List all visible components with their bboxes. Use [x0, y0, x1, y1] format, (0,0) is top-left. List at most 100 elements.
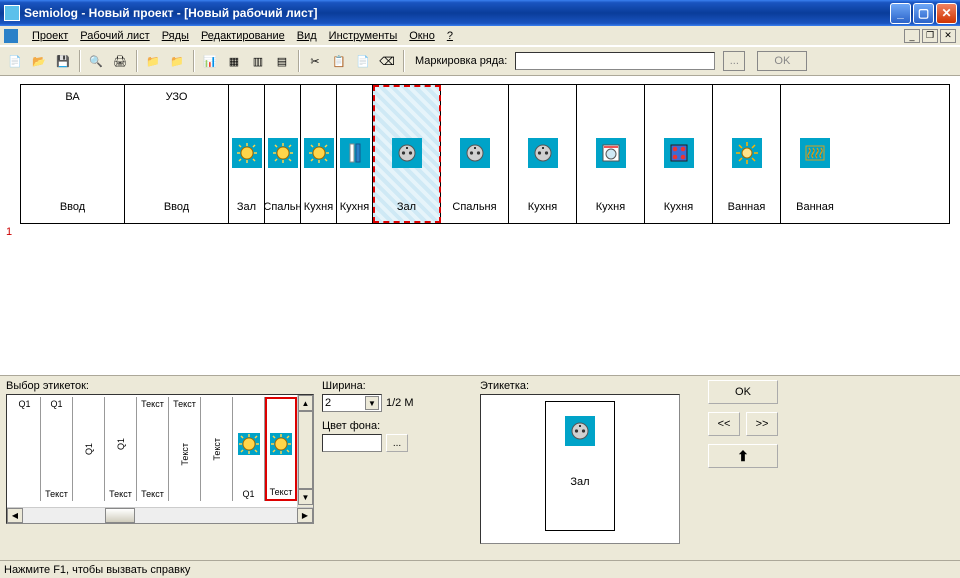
ok-button[interactable]: OK	[708, 380, 778, 404]
lamp-icon	[232, 138, 262, 168]
picker-cell[interactable]: Текст	[201, 397, 233, 501]
lamp-icon	[270, 433, 292, 455]
bar-icon	[340, 138, 370, 168]
sun-icon	[732, 138, 762, 168]
washer-icon	[596, 138, 626, 168]
picker-cell[interactable]: Q1	[9, 397, 41, 501]
strip-cell[interactable]: Кухня	[337, 85, 373, 223]
scroll-down-icon[interactable]: ▼	[298, 489, 313, 505]
cell-top-text: УЗО	[166, 91, 188, 105]
menu-help[interactable]: ?	[447, 30, 453, 42]
tb-cut-icon[interactable]: ✂	[304, 50, 326, 72]
width-unit: 1/2 M	[386, 397, 414, 409]
menu-edit[interactable]: Редактирование	[201, 30, 285, 42]
label-selector[interactable]: Q1Q1ТекстQ1Q1ТекстТекстТекстТекстТекстТе…	[6, 394, 314, 524]
status-bar: Нажмите F1, чтобы вызвать справку	[0, 560, 960, 578]
tb-folder1-icon[interactable]: 📁	[142, 50, 164, 72]
strip-cell[interactable]: Зал	[229, 85, 265, 223]
strip-cell[interactable]: Спальн	[265, 85, 301, 223]
strip-cell[interactable]: УЗО Ввод	[125, 85, 229, 223]
up-button[interactable]: ⬆	[708, 444, 778, 468]
preview-icon	[565, 416, 595, 446]
tb-folder2-icon[interactable]: 📁	[166, 50, 188, 72]
worksheet-canvas[interactable]: 1 ВАВводУЗОВводЗалСпальнКухняКухняЗалСпа…	[0, 76, 960, 376]
tb-erase-icon[interactable]: ⌫	[376, 50, 398, 72]
tb-print-icon[interactable]: 🖨	[109, 50, 131, 72]
label-preview: Зал	[480, 394, 680, 544]
socket-icon	[392, 138, 422, 168]
picker-cell[interactable]: Текст	[265, 397, 297, 501]
strip-cell[interactable]: Зал	[373, 85, 441, 223]
cell-bottom-text: Зал	[237, 201, 256, 213]
picker-cell[interactable]: Q1	[73, 397, 105, 501]
width-combo[interactable]: 2 ▼	[322, 394, 382, 412]
preview-text: Зал	[570, 476, 589, 488]
menu-rows[interactable]: Ряды	[162, 30, 189, 42]
tb-paste-icon[interactable]: 📄	[352, 50, 374, 72]
scroll-left-icon[interactable]: ◀	[7, 508, 23, 523]
row-marking-input[interactable]	[515, 52, 715, 70]
cell-bottom-text: Ввод	[164, 201, 189, 213]
app-icon	[4, 5, 20, 21]
bg-label: Цвет фона:	[322, 420, 472, 432]
tb-open-icon[interactable]: 📂	[28, 50, 50, 72]
menu-tools[interactable]: Инструменты	[329, 30, 398, 42]
cell-top-text: ВА	[65, 91, 79, 105]
socket-icon	[460, 138, 490, 168]
strip-cell[interactable]: Кухня	[645, 85, 713, 223]
dropdown-icon[interactable]: ▼	[365, 396, 379, 410]
tb-grid3-icon[interactable]: ▤	[271, 50, 293, 72]
prev-button[interactable]: <<	[708, 412, 740, 436]
row-marking-ok-button[interactable]: OK	[757, 51, 807, 71]
picker-cell[interactable]: Q1Текст	[105, 397, 137, 501]
scroll-right-icon[interactable]: ▶	[297, 508, 313, 523]
strip-cell[interactable]: Кухня	[301, 85, 337, 223]
mdi-doc-icon[interactable]	[4, 29, 18, 43]
tb-new-icon[interactable]: 📄	[4, 50, 26, 72]
picker-cell[interactable]: Q1	[233, 397, 265, 501]
strip-cell[interactable]: Ванная	[713, 85, 781, 223]
mdi-min-button[interactable]: _	[904, 29, 920, 43]
menu-view[interactable]: Вид	[297, 30, 317, 42]
row-marking-browse-button[interactable]: ...	[723, 51, 745, 71]
strip-cell[interactable]: ВАВвод	[21, 85, 125, 223]
tb-grid2-icon[interactable]: ▥	[247, 50, 269, 72]
strip-cell[interactable]: Спальня	[441, 85, 509, 223]
tb-chart-icon[interactable]: 📊	[199, 50, 221, 72]
strip-cell[interactable]: Кухня	[509, 85, 577, 223]
menu-project[interactable]: Проект	[32, 30, 68, 42]
mdi-close-button[interactable]: ✕	[940, 29, 956, 43]
strip-cell[interactable]: Кухня	[577, 85, 645, 223]
picker-cell[interactable]: ТекстТекст	[137, 397, 169, 501]
tb-save-icon[interactable]: 💾	[52, 50, 74, 72]
tb-grid1-icon[interactable]: ▦	[223, 50, 245, 72]
menu-window[interactable]: Окно	[409, 30, 435, 42]
cell-bottom-text: Ванная	[796, 201, 834, 213]
vscroll-thumb[interactable]	[298, 411, 313, 489]
bg-color-browse-button[interactable]: ...	[386, 434, 408, 452]
bg-color-swatch[interactable]	[322, 434, 382, 452]
picker-cell[interactable]: ТекстТекст	[169, 397, 201, 501]
cell-bottom-text: Зал	[397, 201, 416, 213]
width-label: Ширина:	[322, 380, 472, 392]
close-button[interactable]: ✕	[936, 3, 957, 24]
picker-cell[interactable]: Q1Текст	[41, 397, 73, 501]
selector-vscroll[interactable]: ▲ ▼	[297, 395, 313, 507]
tb-copy-icon[interactable]: 📋	[328, 50, 350, 72]
tb-preview-icon[interactable]: 🔍	[85, 50, 107, 72]
next-button[interactable]: >>	[746, 412, 778, 436]
cell-bottom-text: Кухня	[528, 201, 557, 213]
label-strip: ВАВводУЗОВводЗалСпальнКухняКухняЗалСпаль…	[20, 84, 950, 224]
minimize-button[interactable]: _	[890, 3, 911, 24]
scroll-up-icon[interactable]: ▲	[298, 395, 313, 411]
maximize-button[interactable]: ▢	[913, 3, 934, 24]
cell-bottom-text: Кухня	[596, 201, 625, 213]
selector-hscroll[interactable]: ◀ ▶	[7, 507, 313, 523]
strip-cell[interactable]: Ванная	[781, 85, 849, 223]
menu-worksheet[interactable]: Рабочий лист	[80, 30, 149, 42]
cell-bottom-text: Спальн	[265, 201, 301, 213]
mdi-restore-button[interactable]: ❐	[922, 29, 938, 43]
stove-icon	[664, 138, 694, 168]
cell-bottom-text: Ванная	[728, 201, 766, 213]
hscroll-thumb[interactable]	[105, 508, 135, 523]
